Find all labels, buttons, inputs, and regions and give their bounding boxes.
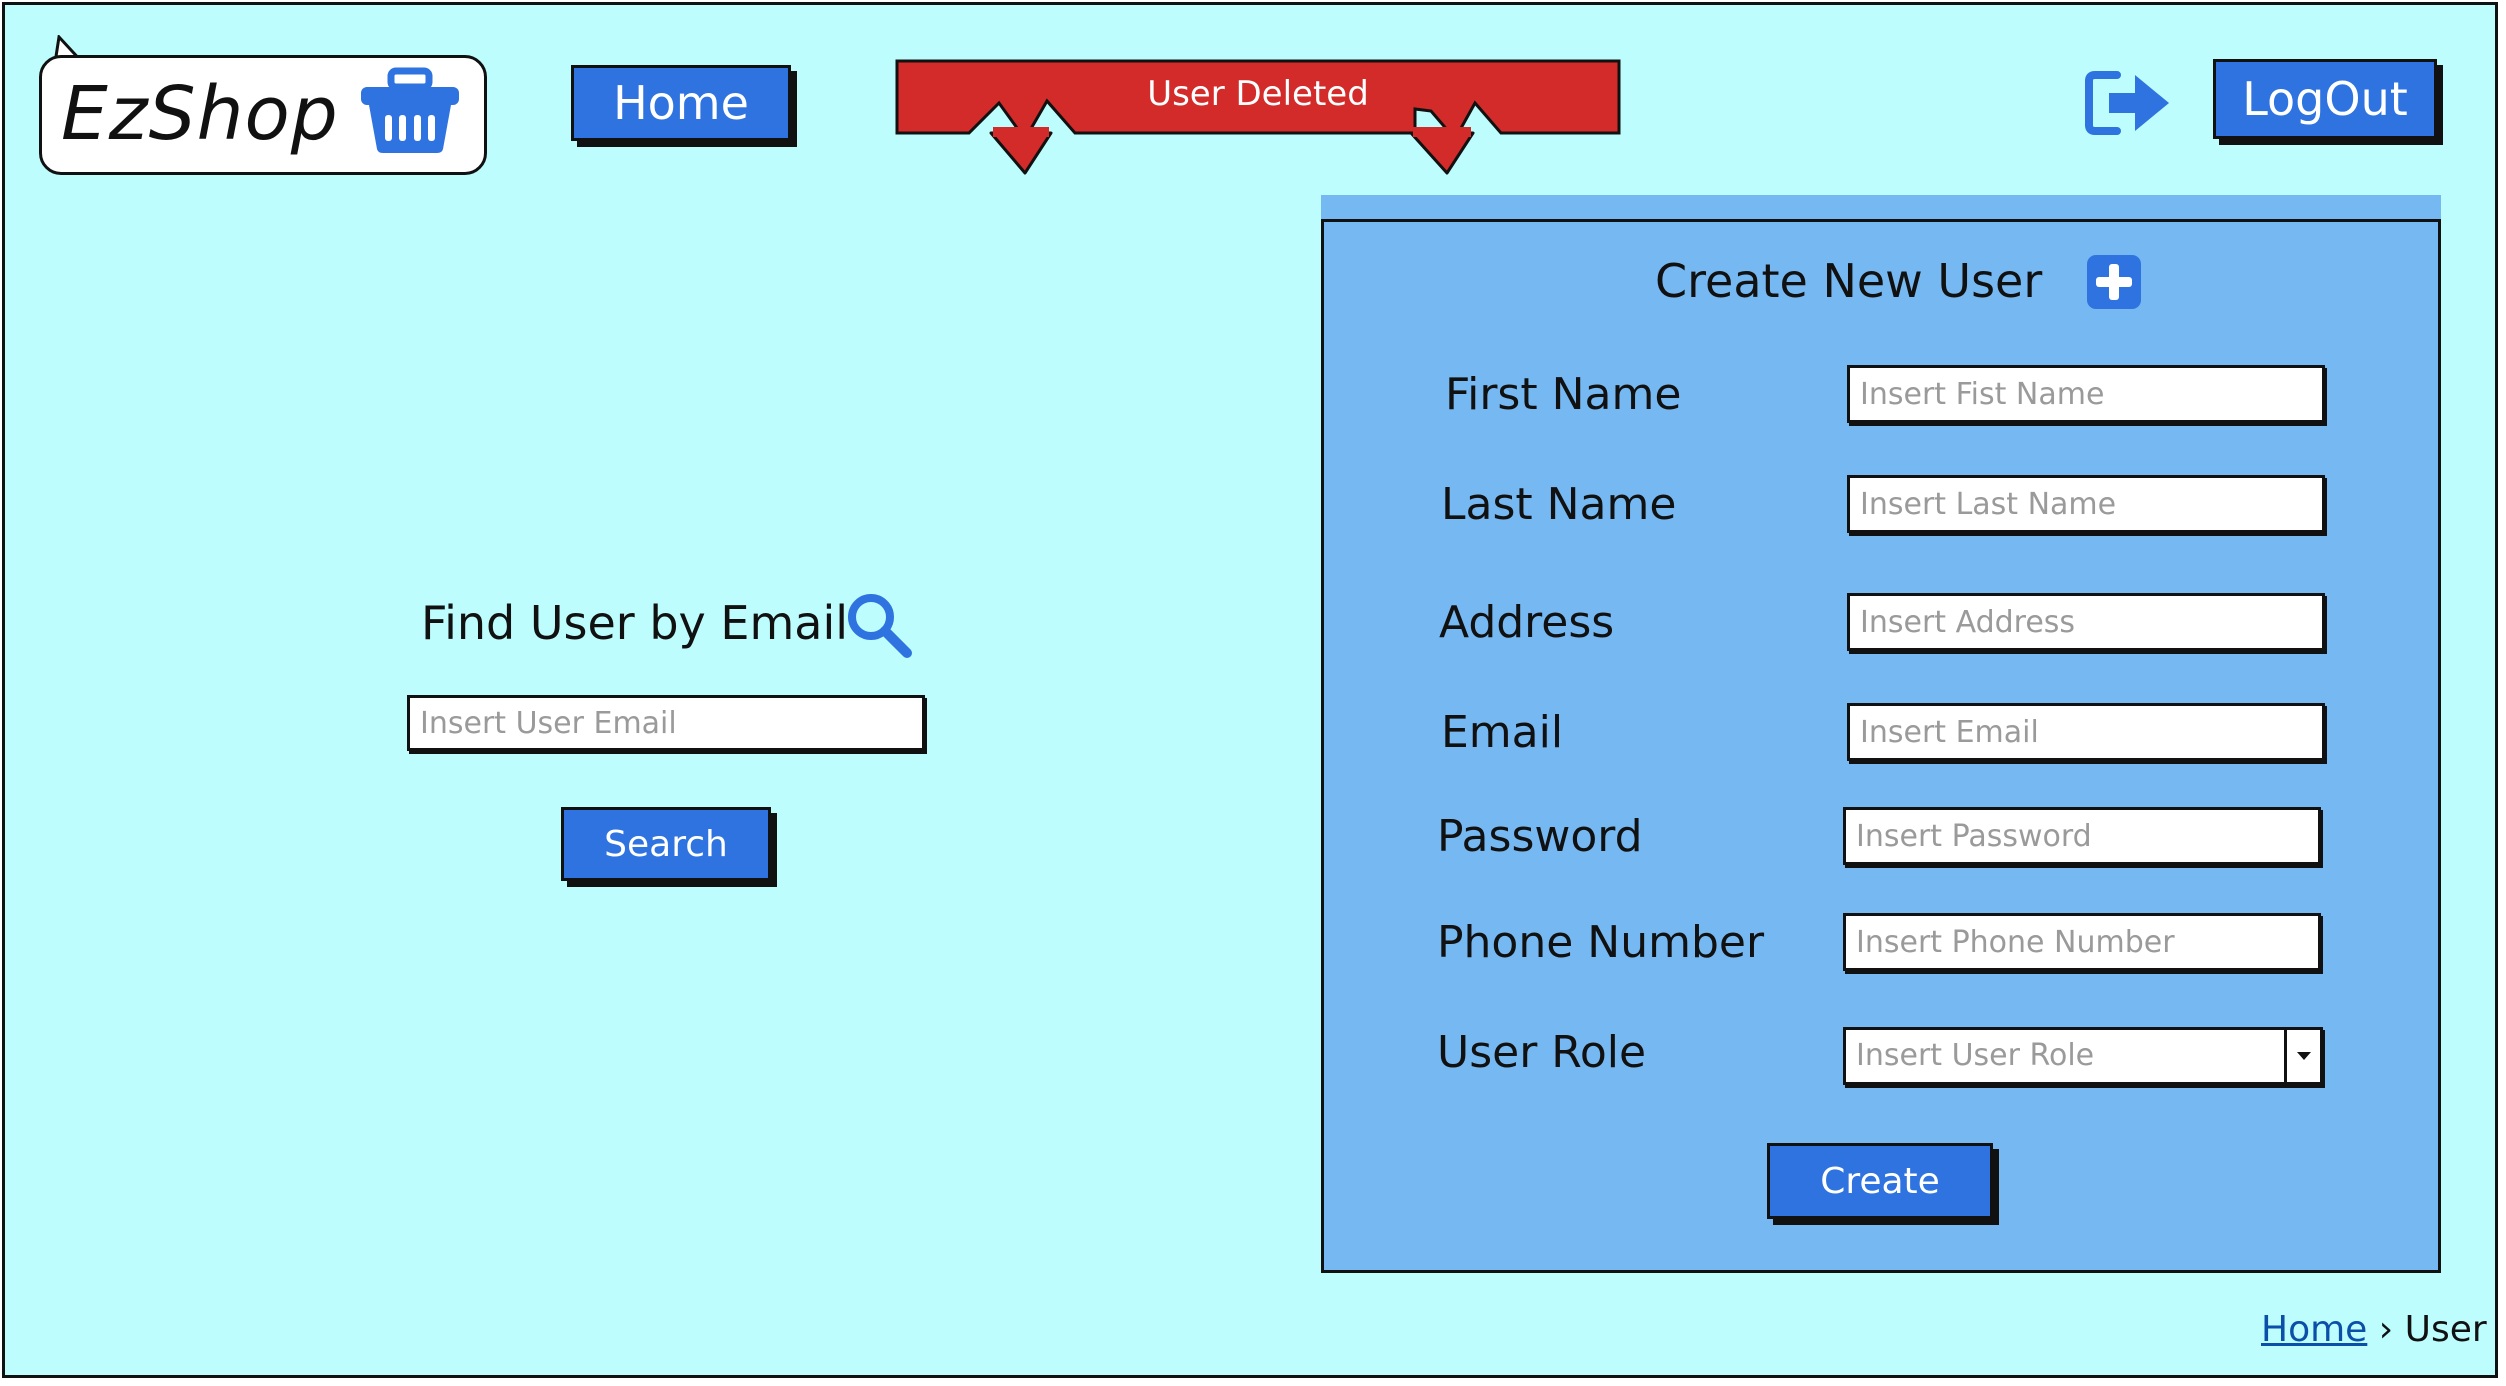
logo-text: EzShop [61, 71, 339, 157]
search-icon[interactable] [845, 591, 913, 659]
search-button[interactable]: Search [561, 807, 771, 881]
create-button[interactable]: Create [1767, 1143, 1993, 1219]
search-email-input[interactable] [407, 695, 925, 751]
phone-number-input[interactable] [1843, 913, 2321, 971]
plus-icon[interactable] [2085, 253, 2143, 311]
address-input[interactable] [1847, 593, 2325, 651]
app-window: EzShop Home User Deleted LogOut Find Use… [2, 2, 2498, 1378]
panel-header-strip [1321, 195, 2441, 219]
user-role-label: User Role [1437, 1027, 1647, 1078]
breadcrumb-current: User [2404, 1309, 2487, 1350]
last-name-input[interactable] [1847, 475, 2325, 533]
logout-icon[interactable] [2083, 67, 2173, 139]
chevron-down-icon[interactable] [2284, 1030, 2320, 1082]
breadcrumb-separator: › [2378, 1309, 2394, 1350]
email-label: Email [1441, 707, 1564, 758]
first-name-input[interactable] [1847, 365, 2325, 423]
first-name-label: First Name [1445, 369, 1682, 420]
breadcrumb-home-link[interactable]: Home [2261, 1309, 2367, 1350]
find-user-title: Find User by Email [421, 596, 849, 650]
phone-number-label: Phone Number [1437, 917, 1765, 968]
last-name-label: Last Name [1441, 479, 1677, 530]
alert-message: User Deleted [1147, 74, 1369, 114]
logout-button[interactable]: LogOut [2213, 59, 2437, 139]
email-input[interactable] [1847, 703, 2325, 761]
basket-icon [361, 67, 459, 153]
password-input[interactable] [1843, 807, 2321, 865]
user-role-select[interactable]: Insert User Role [1843, 1027, 2323, 1085]
create-user-title: Create New User [1655, 254, 2043, 308]
address-label: Address [1439, 597, 1615, 648]
breadcrumb: Home › User [2261, 1305, 2487, 1355]
home-button[interactable]: Home [571, 65, 791, 141]
password-label: Password [1437, 811, 1643, 862]
user-role-placeholder: Insert User Role [1856, 1038, 2095, 1073]
